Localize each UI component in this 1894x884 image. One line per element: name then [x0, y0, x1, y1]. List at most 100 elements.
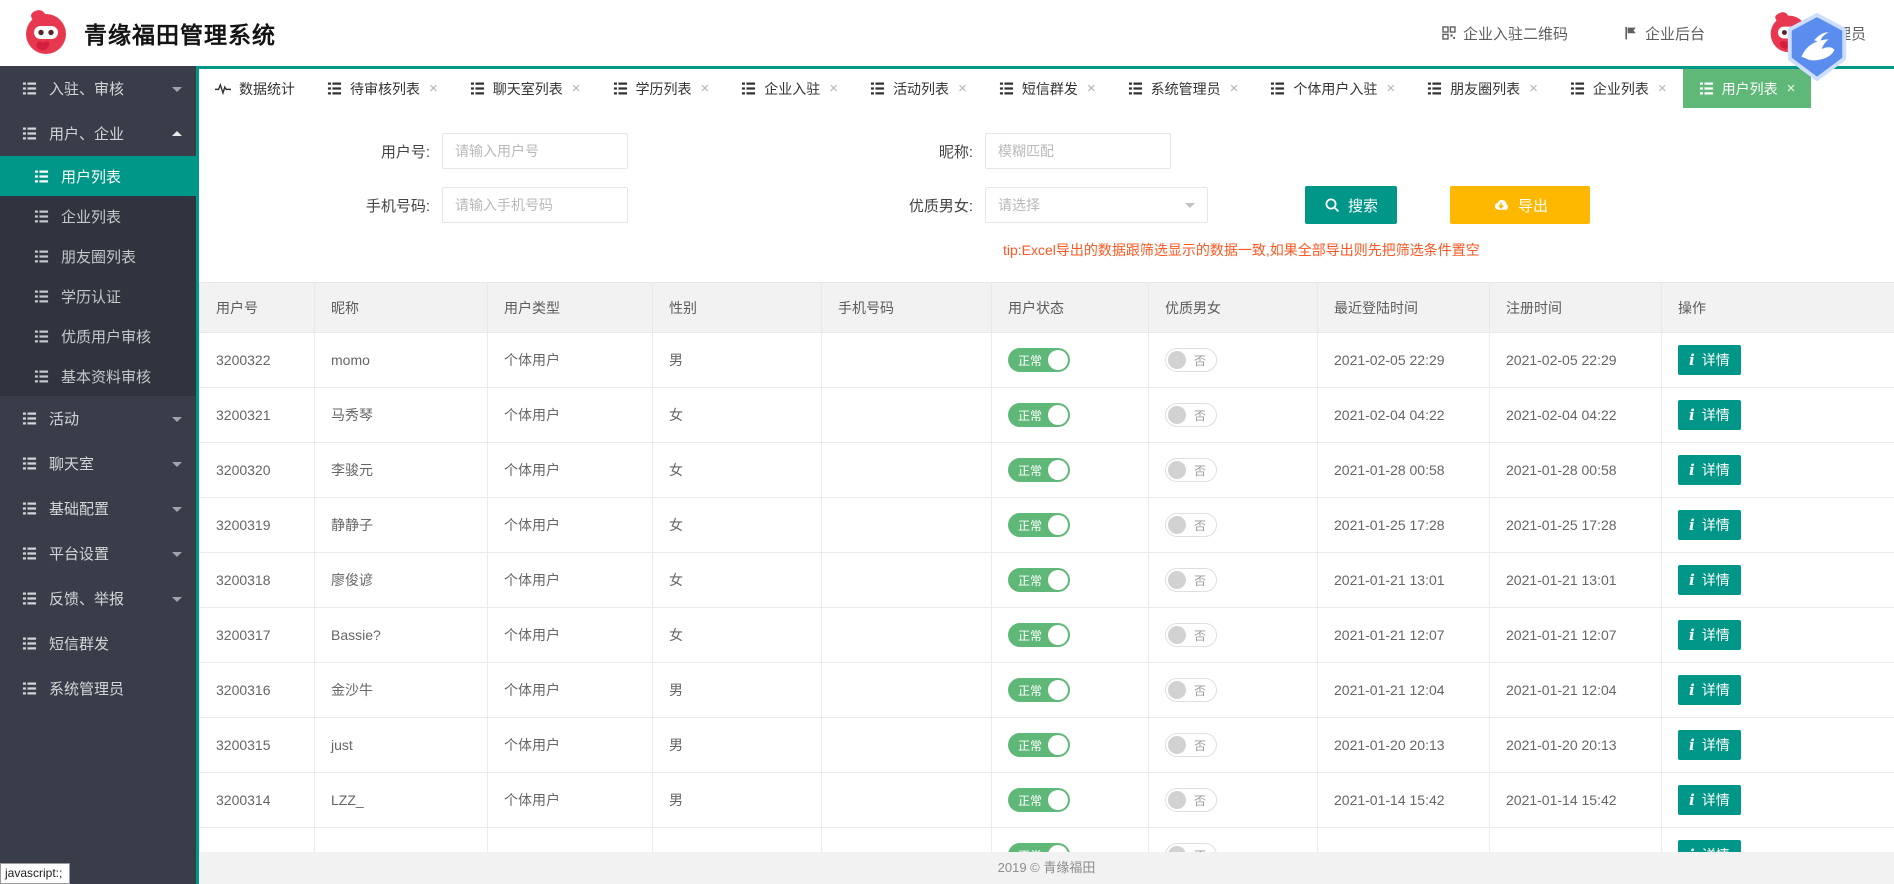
sidebar-item-3[interactable]: 聊天室 — [0, 441, 196, 486]
list-icon — [1128, 81, 1143, 96]
sidebar-item-label: 聊天室 — [49, 453, 94, 474]
status-toggle[interactable]: 正常 — [1008, 623, 1070, 647]
cloud-download-icon — [1492, 198, 1510, 212]
cell-quality-gender: 否 — [1149, 718, 1318, 773]
quality-toggle[interactable]: 否 — [1165, 733, 1217, 757]
quality-toggle[interactable]: 否 — [1165, 458, 1217, 482]
user-id-input[interactable] — [442, 133, 628, 169]
sidebar-subitem-1-3[interactable]: 学历认证 — [0, 276, 196, 316]
enterprise-backend-label: 企业后台 — [1645, 23, 1705, 44]
detail-button[interactable]: i详情 — [1678, 620, 1741, 650]
sidebar-item-1[interactable]: 用户、企业 — [0, 111, 196, 156]
status-toggle[interactable]: 正常 — [1008, 678, 1070, 702]
quality-toggle[interactable]: 否 — [1165, 788, 1217, 812]
cell-last-login: 2021-02-04 04:22 — [1318, 388, 1490, 443]
info-icon: i — [1689, 681, 1695, 699]
sidebar-item-6[interactable]: 反馈、举报 — [0, 576, 196, 621]
sidebar-subitem-1-0[interactable]: 用户列表 — [0, 156, 196, 196]
cell-registered: 2021-01-14 15:42 — [1490, 773, 1662, 828]
sidebar-subitem-label: 用户列表 — [61, 166, 121, 187]
tab-6[interactable]: 短信群发 × — [983, 69, 1112, 108]
status-toggle[interactable]: 正常 — [1008, 403, 1070, 427]
cell-last-login: 2021-01-28 00:58 — [1318, 443, 1490, 498]
quality-toggle[interactable]: 否 — [1165, 403, 1217, 427]
status-toggle[interactable]: 正常 — [1008, 733, 1070, 757]
sidebar-item-7[interactable]: 短信群发 — [0, 621, 196, 666]
detail-button[interactable]: i详情 — [1678, 730, 1741, 760]
toggle-knob — [1048, 460, 1068, 480]
sidebar-item-label: 系统管理员 — [49, 678, 124, 699]
tab-3[interactable]: 学历列表× — [597, 69, 726, 108]
status-toggle[interactable]: 正常 — [1008, 568, 1070, 592]
sidebar-subitem-1-5[interactable]: 基本资料审核 — [0, 356, 196, 396]
detail-button[interactable]: i详情 — [1678, 400, 1741, 430]
close-icon[interactable]: × — [958, 81, 967, 96]
close-icon[interactable]: × — [429, 81, 438, 96]
detail-button[interactable]: i详情 — [1678, 345, 1741, 375]
sidebar-subitem-1-2[interactable]: 朋友圈列表 — [0, 236, 196, 276]
quality-toggle[interactable]: 否 — [1165, 623, 1217, 647]
dove-app-icon[interactable] — [1782, 12, 1852, 84]
detail-button[interactable]: i详情 — [1678, 455, 1741, 485]
export-button-label: 导出 — [1518, 195, 1548, 216]
tab-2[interactable]: 聊天室列表× — [454, 69, 597, 108]
detail-button[interactable]: i详情 — [1678, 510, 1741, 540]
sidebar-item-4[interactable]: 基础配置 — [0, 486, 196, 531]
quality-gender-select[interactable]: 请选择 — [985, 187, 1208, 223]
tab-4[interactable]: 企业入驻× — [725, 69, 854, 108]
close-icon[interactable]: × — [1658, 81, 1667, 96]
quality-toggle[interactable]: 否 — [1165, 513, 1217, 537]
export-button[interactable]: 导出 — [1450, 186, 1590, 224]
info-icon: i — [1689, 791, 1695, 809]
tab-label: 系统管理员 — [1151, 79, 1221, 99]
cell-last-login: 2021-01-21 12:04 — [1318, 663, 1490, 718]
toggle-knob — [1168, 626, 1186, 644]
enterprise-backend-link[interactable]: 企业后台 — [1624, 23, 1705, 44]
sidebar-item-0[interactable]: 入驻、审核 — [0, 66, 196, 111]
detail-button-label: 详情 — [1702, 790, 1730, 810]
close-icon[interactable]: × — [701, 81, 710, 96]
table-row: 3200322momo个体用户男正常否2021-02-05 22:292021-… — [200, 333, 1894, 388]
close-icon[interactable]: × — [1230, 81, 1239, 96]
close-icon[interactable]: × — [829, 81, 838, 96]
user-table: 用户号昵称用户类型性别手机号码用户状态优质男女最近登陆时间注册时间操作 3200… — [199, 282, 1894, 883]
close-icon[interactable]: × — [1529, 81, 1538, 96]
cell-quality-gender: 否 — [1149, 333, 1318, 388]
sidebar-subitem-1-4[interactable]: 优质用户审核 — [0, 316, 196, 356]
detail-button[interactable]: i详情 — [1678, 565, 1741, 595]
tab-5[interactable]: 活动列表× — [854, 69, 983, 108]
tab-7[interactable]: 系统管理员 × — [1112, 69, 1255, 108]
status-toggle[interactable]: 正常 — [1008, 513, 1070, 537]
search-button[interactable]: 搜索 — [1305, 186, 1397, 224]
close-icon[interactable]: × — [572, 81, 581, 96]
enterprise-qrcode-link[interactable]: 企业入驻二维码 — [1442, 23, 1568, 44]
tab-label: 短信群发 — [1022, 79, 1078, 99]
cell-user-type: 个体用户 — [488, 388, 653, 443]
detail-button[interactable]: i详情 — [1678, 675, 1741, 705]
tab-9[interactable]: 朋友圈列表× — [1411, 69, 1554, 108]
status-toggle[interactable]: 正常 — [1008, 458, 1070, 482]
cell-user-id: 3200319 — [200, 498, 315, 553]
status-toggle[interactable]: 正常 — [1008, 348, 1070, 372]
tab-8[interactable]: 个体用户入驻× — [1254, 69, 1411, 108]
phone-input[interactable] — [442, 187, 628, 223]
close-icon[interactable]: × — [1386, 81, 1395, 96]
quality-toggle[interactable]: 否 — [1165, 568, 1217, 592]
close-icon[interactable]: × — [1087, 81, 1096, 96]
nickname-input[interactable] — [985, 133, 1171, 169]
status-toggle-label: 正常 — [1018, 462, 1042, 479]
tab-1[interactable]: 待审核列表× — [311, 69, 454, 108]
sidebar-item-8[interactable]: 系统管理员 — [0, 666, 196, 711]
quality-toggle[interactable]: 否 — [1165, 348, 1217, 372]
sidebar-item-2[interactable]: 活动 — [0, 396, 196, 441]
detail-button[interactable]: i 详情 — [1678, 785, 1741, 815]
sidebar-subitem-1-1[interactable]: 企业列表 — [0, 196, 196, 236]
toggle-knob — [1168, 571, 1186, 589]
cell-actions: i详情 — [1662, 443, 1894, 498]
quality-toggle[interactable]: 否 — [1165, 678, 1217, 702]
cell-last-login: 2021-01-14 15:42 — [1318, 773, 1490, 828]
sidebar-item-5[interactable]: 平台设置 — [0, 531, 196, 576]
tab-10[interactable]: 企业列表× — [1554, 69, 1683, 108]
status-toggle[interactable]: 正常 — [1008, 788, 1070, 812]
tab-0[interactable]: 数据统计 — [199, 69, 311, 108]
